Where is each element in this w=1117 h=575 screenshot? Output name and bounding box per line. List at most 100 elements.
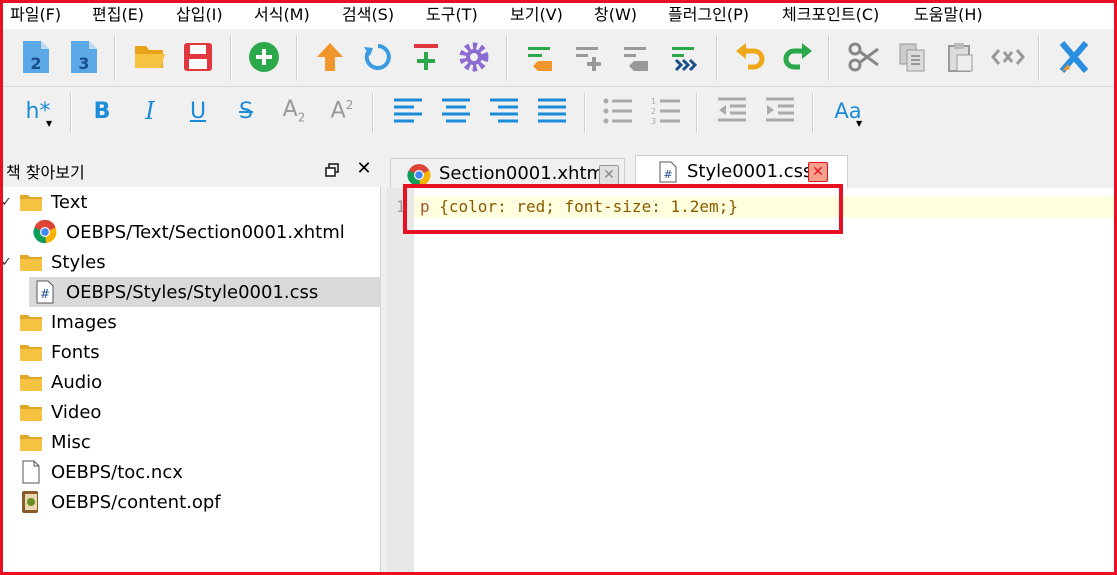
strikethrough-button[interactable]: S (226, 91, 266, 131)
tree-folder-styles[interactable]: ✓ Styles (1, 247, 381, 277)
indent-entry-button[interactable] (664, 37, 704, 77)
tree-file-opf[interactable]: OEBPS/content.opf (3, 487, 381, 517)
menu-tools[interactable]: 도구(T) (426, 0, 478, 29)
strikethrough-icon: S (239, 98, 253, 124)
svg-text:3: 3 (78, 54, 89, 73)
refresh-button[interactable] (358, 37, 398, 77)
menu-edit[interactable]: 편집(E) (92, 0, 144, 29)
tree-file-toc[interactable]: OEBPS/toc.ncx (3, 457, 381, 487)
subscript-button[interactable]: A2 (274, 91, 314, 131)
validate-button[interactable] (1054, 37, 1094, 77)
menu-file[interactable]: 파일(F) (10, 0, 61, 29)
tree-folder-misc[interactable]: Misc (3, 427, 381, 457)
superscript-button[interactable]: A2 (322, 91, 362, 131)
tree-folder-images[interactable]: Images (3, 307, 381, 337)
add-entry-button[interactable] (568, 37, 608, 77)
move-up-button[interactable] (310, 37, 350, 77)
code-view-button[interactable] (988, 37, 1028, 77)
menu-window[interactable]: 창(W) (594, 0, 637, 29)
redo-button[interactable] (778, 37, 818, 77)
tree-file-section[interactable]: OEBPS/Text/Section0001.xhtml (3, 217, 381, 247)
book-tree: ✓ Text OEBPS/Text/Section0001.xhtml ✓ St… (1, 187, 381, 575)
subscript-icon: A2 (282, 97, 306, 125)
gear-icon (459, 42, 489, 72)
book-browser-title: 책 찾아보기 (6, 163, 85, 182)
chevron-down-icon[interactable]: ✓ (1, 255, 12, 270)
tree-folder-text[interactable]: ✓ Text (1, 187, 381, 217)
code-editor[interactable]: 1 p {color: red; font-size: 1.2em;} (386, 188, 1117, 575)
add-circle-icon (249, 42, 279, 72)
folder-icon (20, 345, 42, 361)
tree-folder-audio[interactable]: Audio (3, 367, 381, 397)
bold-button[interactable]: B (82, 91, 122, 131)
open-button[interactable] (130, 37, 170, 77)
menu-format[interactable]: 서식(M) (254, 0, 310, 29)
css-file-icon: # (659, 161, 677, 183)
list-plus-icon (576, 47, 601, 71)
bold-icon: B (93, 98, 111, 124)
numbered-list-button[interactable]: 123 (646, 91, 686, 131)
tree-item-label: OEBPS/Styles/Style0001.css (66, 281, 319, 303)
underline-button[interactable]: U (178, 91, 218, 131)
folder-icon (20, 255, 42, 271)
float-panel-icon[interactable] (324, 162, 340, 178)
svg-text:3: 3 (651, 117, 656, 126)
tree-folder-fonts[interactable]: Fonts (3, 337, 381, 367)
heading-button[interactable]: h* ▼ (16, 91, 60, 131)
menu-plugins[interactable]: 플러그인(P) (668, 0, 749, 29)
menu-checkpoints[interactable]: 체크포인트(C) (782, 0, 879, 29)
tab-close-icon[interactable]: ✕ (808, 162, 828, 182)
justify-button[interactable] (532, 91, 572, 131)
scissors-icon (848, 42, 879, 72)
tree-item-label: Video (51, 401, 102, 423)
insert-split-button[interactable] (406, 37, 446, 77)
opf-book-icon (22, 491, 38, 513)
bullet-list-button[interactable] (598, 91, 638, 131)
indent-button[interactable] (760, 91, 800, 131)
cut-button[interactable] (844, 37, 884, 77)
tree-item-label: Fonts (51, 341, 100, 363)
menu-insert[interactable]: 삽입(I) (176, 0, 223, 29)
add-file-button[interactable] (244, 37, 284, 77)
save-button[interactable] (178, 37, 218, 77)
undo-icon (736, 43, 765, 70)
folder-icon (20, 375, 42, 391)
align-right-button[interactable] (484, 91, 524, 131)
paste-button[interactable] (940, 37, 980, 77)
svg-text:#: # (40, 287, 50, 301)
chrome-icon (33, 220, 57, 244)
arrow-up-icon (317, 43, 343, 71)
tab-close-icon[interactable]: ✕ (599, 165, 619, 185)
menu-help[interactable]: 도움말(H) (914, 0, 983, 29)
tree-item-label: Misc (51, 431, 91, 453)
marker-left-icon (528, 47, 552, 71)
tree-item-label: OEBPS/Text/Section0001.xhtml (66, 221, 345, 243)
book-browser-header: 책 찾아보기 ✕ (0, 155, 381, 185)
epub3-icon: 3 (71, 41, 97, 73)
svg-text:2: 2 (30, 54, 41, 73)
tree-file-style[interactable]: # OEBPS/Styles/Style0001.css (29, 277, 381, 307)
outdent-icon (718, 97, 746, 122)
undo-button[interactable] (730, 37, 770, 77)
epub3-button[interactable]: 3 (64, 37, 104, 77)
outdent-button[interactable] (712, 91, 752, 131)
chevron-down-icon[interactable]: ✓ (1, 195, 12, 210)
change-case-button[interactable]: Aa ▼ (826, 91, 870, 131)
epub2-button[interactable]: 2 (16, 37, 56, 77)
italic-button[interactable]: I (130, 91, 170, 131)
insert-marker-button[interactable] (520, 37, 560, 77)
superscript-icon: A2 (330, 98, 354, 124)
tree-item-label: Styles (51, 251, 106, 273)
copy-button[interactable] (892, 37, 932, 77)
tab-label: Section0001.xhtml (439, 163, 610, 184)
tree-folder-video[interactable]: Video (3, 397, 381, 427)
align-left-button[interactable] (388, 91, 428, 131)
italic-icon: I (145, 97, 155, 125)
close-panel-icon[interactable]: ✕ (354, 159, 374, 179)
menu-view[interactable]: 보기(V) (510, 0, 563, 29)
save-icon (184, 43, 212, 71)
align-center-button[interactable] (436, 91, 476, 131)
remove-entry-button[interactable] (616, 37, 656, 77)
menu-search[interactable]: 검색(S) (342, 0, 394, 29)
settings-button[interactable] (454, 37, 494, 77)
